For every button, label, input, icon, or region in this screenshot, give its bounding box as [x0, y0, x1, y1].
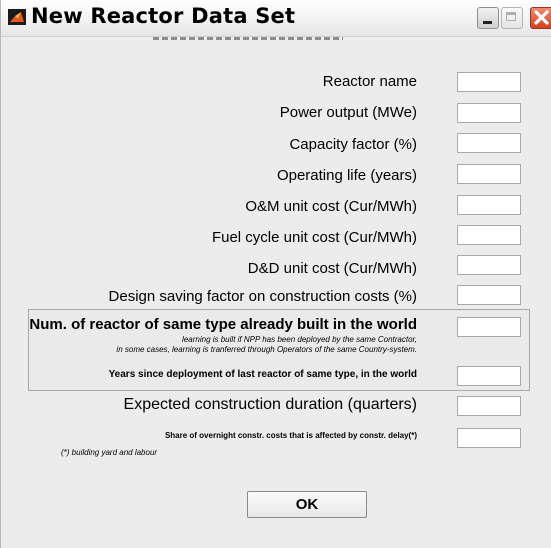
fuel-cycle-cost-input[interactable]: [457, 225, 521, 245]
learning-note-line2: in some cases, learning is tranferred th…: [116, 345, 417, 354]
learning-note-line1: learning is built if NPP has been deploy…: [182, 335, 417, 344]
minimize-button[interactable]: [477, 7, 499, 29]
window-title: New Reactor Data Set: [31, 4, 296, 28]
operating-life-input[interactable]: [457, 164, 521, 184]
dd-unit-cost-input[interactable]: [457, 255, 521, 275]
dialog-window: New Reactor Data Set Reactor name Power …: [0, 0, 551, 548]
overnight-share-input[interactable]: [457, 428, 521, 448]
clipped-text-fragment: [153, 37, 343, 44]
om-unit-cost-input[interactable]: [457, 195, 521, 215]
matlab-icon: [8, 9, 26, 25]
reactor-name-label: Reactor name: [322, 73, 417, 90]
capacity-factor-label: Capacity factor (%): [289, 136, 417, 153]
om-unit-cost-label: O&M unit cost (Cur/MWh): [245, 198, 417, 215]
construction-duration-label: Expected construction duration (quarters…: [123, 396, 417, 413]
overnight-share-label: Share of overnight constr. costs that is…: [164, 431, 417, 440]
num-reactors-label: Num. of reactor of same type already bui…: [29, 316, 417, 333]
years-since-input[interactable]: [457, 366, 521, 386]
close-icon: [534, 10, 549, 25]
ok-button[interactable]: OK: [247, 491, 367, 518]
footnote: (*) building yard and labour: [61, 448, 158, 457]
reactor-name-input[interactable]: [457, 72, 521, 92]
title-bar[interactable]: New Reactor Data Set: [1, 0, 551, 37]
capacity-factor-input[interactable]: [457, 133, 521, 153]
years-since-label: Years since deployment of last reactor o…: [108, 369, 417, 380]
power-output-label: Power output (MWe): [279, 104, 417, 121]
power-output-input[interactable]: [457, 103, 521, 123]
design-saving-label: Design saving factor on construction cos…: [108, 288, 417, 305]
fuel-cycle-cost-label: Fuel cycle unit cost (Cur/MWh): [211, 229, 417, 246]
dd-unit-cost-label: D&D unit cost (Cur/MWh): [247, 260, 417, 277]
construction-duration-input[interactable]: [457, 396, 521, 416]
close-button[interactable]: [530, 7, 551, 29]
num-reactors-input[interactable]: [457, 317, 521, 337]
design-saving-input[interactable]: [457, 285, 521, 305]
maximize-button[interactable]: [501, 7, 523, 29]
operating-life-label: Operating life (years): [276, 167, 417, 184]
